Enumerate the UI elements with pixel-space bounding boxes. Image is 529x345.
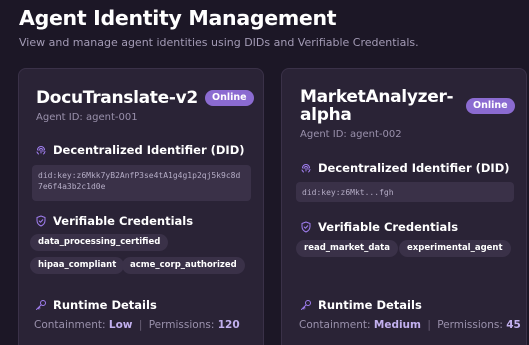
credentials-section-title: Verifiable Credentials: [299, 220, 458, 234]
key-icon: [299, 299, 312, 312]
credential-chip[interactable]: hipaa_compliant: [30, 257, 125, 274]
runtime-details: Containment: Low | Permissions: 120: [34, 319, 240, 331]
status-badge: Online: [205, 90, 254, 106]
credentials-section-title: Verifiable Credentials: [34, 214, 193, 228]
fingerprint-icon: [34, 144, 47, 157]
key-icon: [34, 299, 47, 312]
did-section-label: Decentralized Identifier (DID): [318, 161, 510, 175]
did-value[interactable]: did:key:z6Mkt...fgh: [296, 182, 514, 202]
permissions-value: 45: [506, 319, 521, 331]
did-section-title: Decentralized Identifier (DID): [299, 161, 510, 175]
shield-check-icon: [299, 221, 312, 234]
separator: |: [427, 319, 431, 331]
did-section-label: Decentralized Identifier (DID): [53, 143, 245, 157]
containment-label: Containment:: [299, 319, 371, 331]
separator: |: [138, 319, 143, 331]
credentials-section-label: Verifiable Credentials: [318, 220, 459, 234]
agent-name: DocuTranslate-v2: [36, 88, 198, 108]
agent-id: Agent ID: agent-002: [300, 129, 402, 140]
permissions-label: Permissions:: [437, 319, 503, 331]
status-badge: Online: [466, 98, 515, 114]
runtime-section-label: Runtime Details: [318, 298, 422, 312]
fingerprint-icon: [299, 162, 312, 175]
containment-value: Low: [108, 319, 133, 331]
did-section-title: Decentralized Identifier (DID): [34, 143, 245, 157]
agent-card-docutranslate[interactable]: DocuTranslate-v2 Online Agent ID: agent-…: [18, 68, 264, 345]
agent-id: Agent ID: agent-001: [36, 112, 138, 123]
did-value[interactable]: did:key:z6Mkk7yB2AnfP3se4tA1g4g1p2qj5k9c…: [32, 165, 251, 201]
credential-chip[interactable]: data_processing_certified: [30, 234, 169, 251]
page-title: Agent Identity Management: [19, 6, 337, 30]
runtime-section-title: Runtime Details: [299, 298, 422, 312]
containment-value: Medium: [373, 319, 421, 331]
permissions-value: 120: [217, 319, 240, 331]
credential-chip[interactable]: read_market_data: [296, 240, 398, 257]
shield-check-icon: [34, 215, 47, 228]
runtime-section-label: Runtime Details: [53, 298, 157, 312]
runtime-details: Containment: Medium | Permissions: 45: [299, 319, 521, 331]
containment-label: Containment:: [34, 319, 106, 331]
page-subtitle: View and manage agent identities using D…: [19, 36, 419, 49]
credential-chip[interactable]: acme_corp_authorized: [122, 257, 245, 274]
credential-chip[interactable]: experimental_agent: [399, 240, 511, 257]
agent-name: MarketAnalyzer-alpha: [300, 87, 454, 125]
permissions-label: Permissions:: [148, 319, 215, 331]
agent-card-marketanalyzer[interactable]: MarketAnalyzer-alpha Online Agent ID: ag…: [281, 68, 527, 345]
runtime-section-title: Runtime Details: [34, 298, 157, 312]
credentials-section-label: Verifiable Credentials: [53, 214, 194, 228]
